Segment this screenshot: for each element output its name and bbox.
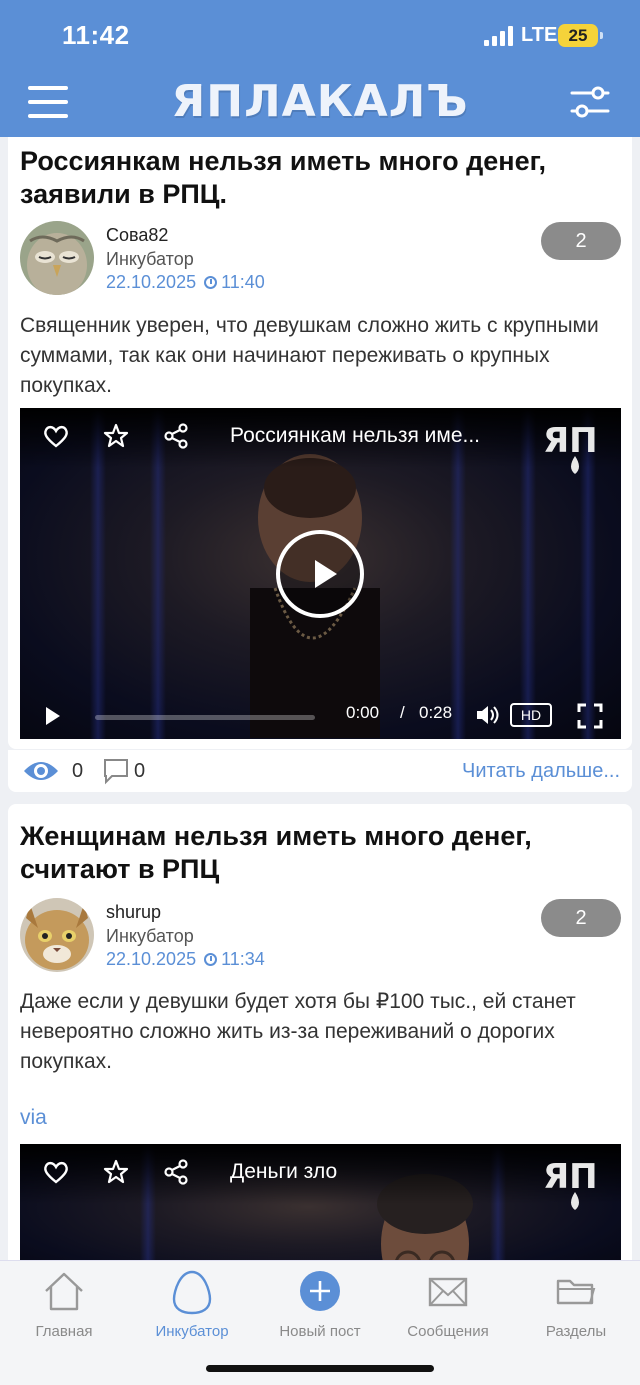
play-icon[interactable] — [46, 707, 60, 725]
date-text: 22.10.2025 — [106, 949, 197, 969]
filter-settings-button[interactable] — [570, 84, 610, 120]
share-icon[interactable] — [162, 1158, 190, 1186]
plus-icon — [300, 1271, 340, 1311]
tab-label: Новый пост — [279, 1323, 361, 1340]
comments-count: 0 — [134, 760, 146, 782]
tab-label: Разделы — [545, 1323, 607, 1340]
video-player[interactable]: Деньги зло ЯП — [20, 1144, 621, 1260]
egg-icon — [172, 1270, 212, 1315]
yp-logo-icon: ЯП — [543, 1157, 598, 1210]
clock-icon — [204, 953, 218, 966]
tab-messages[interactable]: Сообщения — [388, 1269, 508, 1341]
play-button[interactable] — [276, 530, 364, 618]
video-current-time: 0:00 — [346, 703, 380, 722]
folder-icon — [556, 1279, 596, 1305]
tab-new-post[interactable]: Новый пост — [260, 1269, 380, 1341]
svg-text:ЯП: ЯП — [543, 421, 598, 461]
heart-icon[interactable] — [42, 1158, 70, 1186]
tab-label: Сообщения — [407, 1323, 489, 1340]
video-controls: 0:00 / 0:28 HD — [20, 693, 621, 739]
menu-button[interactable] — [28, 86, 70, 120]
home-icon — [45, 1272, 83, 1311]
post-date: 22.10.2025 11:34 — [106, 949, 265, 970]
post-title[interactable]: Женщинам нельзя иметь много денег, счита… — [20, 820, 620, 886]
progress-track[interactable] — [95, 715, 315, 720]
post-date: 22.10.2025 11:40 — [106, 272, 265, 293]
post-card: Россиянкам нельзя иметь много денег, зая… — [8, 137, 632, 749]
home-indicator[interactable] — [206, 1365, 434, 1372]
app-header: 11:42 LTE 25 ЯПЛАКАЛЪ — [0, 0, 640, 137]
read-more-link[interactable]: Читать дальше... — [462, 760, 620, 783]
post-text: Даже если у девушки будет хотя бы ₽100 т… — [20, 990, 576, 1073]
status-bar: 11:42 LTE 25 — [0, 0, 640, 72]
star-icon[interactable] — [102, 1158, 130, 1186]
heart-icon[interactable] — [42, 422, 70, 450]
tab-incubator[interactable]: Инкубатор — [132, 1269, 252, 1341]
star-icon[interactable] — [102, 422, 130, 450]
date-text: 22.10.2025 — [106, 272, 197, 292]
tab-sections[interactable]: Разделы — [516, 1269, 636, 1341]
post-card: Женщинам нельзя иметь много денег, счита… — [8, 804, 632, 1260]
views-count: 0 — [72, 760, 84, 782]
envelope-icon — [428, 1277, 468, 1307]
signal-icon — [484, 26, 516, 46]
site-logo[interactable]: ЯПЛАКАЛЪ — [170, 72, 470, 132]
video-title: Россиянкам нельзя име... — [230, 424, 481, 447]
video-player[interactable]: Россиянкам нельзя име... ЯП 0:00 / 0:28 … — [20, 408, 621, 739]
avatar[interactable] — [20, 898, 94, 972]
video-title: Деньги зло — [230, 1160, 338, 1183]
tab-home[interactable]: Главная — [4, 1269, 124, 1341]
via-link[interactable]: via — [20, 1106, 47, 1130]
sliders-icon — [570, 86, 610, 118]
section-name[interactable]: Инкубатор — [106, 926, 194, 947]
share-icon[interactable] — [162, 422, 190, 450]
battery-icon: 25 — [558, 24, 603, 47]
time-text: 11:34 — [221, 949, 265, 969]
video-duration: 0:28 — [419, 703, 453, 722]
yp-logo-icon: ЯП — [543, 421, 598, 474]
time-text: 11:40 — [221, 272, 265, 292]
svg-text:ЯП: ЯП — [543, 1157, 598, 1197]
tab-label: Главная — [35, 1323, 93, 1340]
hd-toggle[interactable]: HD — [510, 703, 552, 727]
clock-icon — [204, 276, 218, 289]
section-name[interactable]: Инкубатор — [106, 249, 194, 270]
status-time: 11:42 — [62, 20, 130, 50]
rating-badge[interactable]: 2 — [541, 222, 621, 260]
tab-label: Инкубатор — [155, 1323, 229, 1340]
author-name[interactable]: Сова82 — [106, 225, 168, 246]
post-title[interactable]: Россиянкам нельзя иметь много денег, зая… — [20, 145, 620, 211]
time-separator: / — [400, 703, 405, 722]
author-name[interactable]: shurup — [106, 902, 161, 923]
eye-icon — [24, 762, 58, 780]
network-label: LTE — [521, 24, 558, 46]
rating-badge[interactable]: 2 — [541, 899, 621, 937]
comment-icon[interactable] — [102, 757, 130, 785]
post-text: Священник уверен, что девушкам сложно жи… — [20, 314, 599, 397]
avatar[interactable] — [20, 221, 94, 295]
volume-icon[interactable] — [474, 702, 500, 728]
post-stats: 0 0 Читать дальше... — [8, 750, 632, 792]
fullscreen-icon[interactable] — [577, 703, 603, 729]
